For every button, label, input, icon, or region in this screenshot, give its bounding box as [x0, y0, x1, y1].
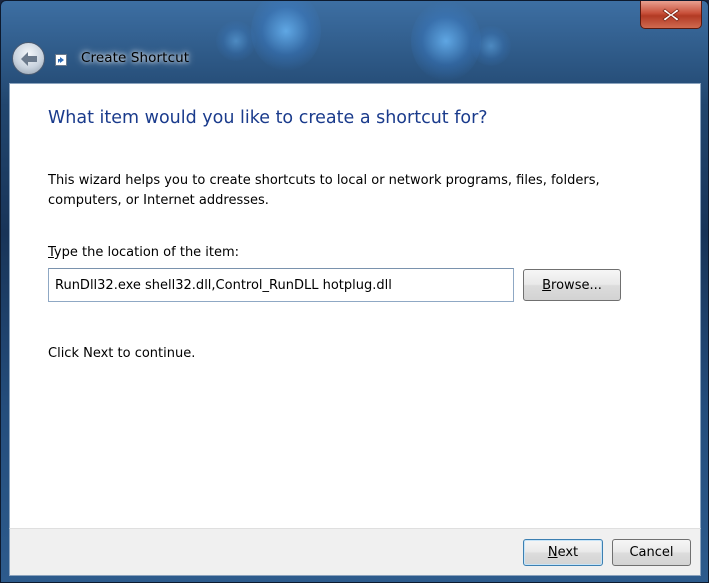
frame-decoration: [216, 21, 256, 61]
create-shortcut-window: Create Shortcut What item would you like…: [0, 0, 709, 583]
wizard-content: What item would you like to create a sho…: [9, 83, 701, 529]
close-button[interactable]: [640, 1, 702, 29]
cancel-button[interactable]: Cancel: [612, 539, 691, 566]
wizard-footer: Next Cancel: [9, 528, 701, 576]
frame-decoration: [251, 1, 321, 71]
location-label-text: ype the location of the item:: [53, 245, 240, 260]
browse-button[interactable]: Browse...: [523, 269, 621, 301]
window-title: Create Shortcut: [81, 50, 190, 66]
back-button[interactable]: [12, 42, 45, 75]
next-button[interactable]: Next: [523, 539, 603, 566]
location-input[interactable]: [48, 268, 514, 302]
next-accelerator: N: [547, 545, 558, 560]
close-icon: [662, 7, 680, 22]
continue-hint: Click Next to continue.: [48, 346, 196, 361]
page-description: This wizard helps you to create shortcut…: [48, 173, 600, 208]
browse-label: rowse...: [551, 277, 602, 293]
frame-decoration: [471, 26, 511, 66]
next-label: ext: [557, 545, 579, 560]
page-heading: What item would you like to create a sho…: [48, 108, 488, 128]
browse-accelerator: B: [542, 277, 552, 293]
location-label: Type the location of the item:: [48, 245, 239, 260]
shortcut-icon: [55, 54, 67, 66]
back-arrow-icon: [20, 51, 37, 66]
